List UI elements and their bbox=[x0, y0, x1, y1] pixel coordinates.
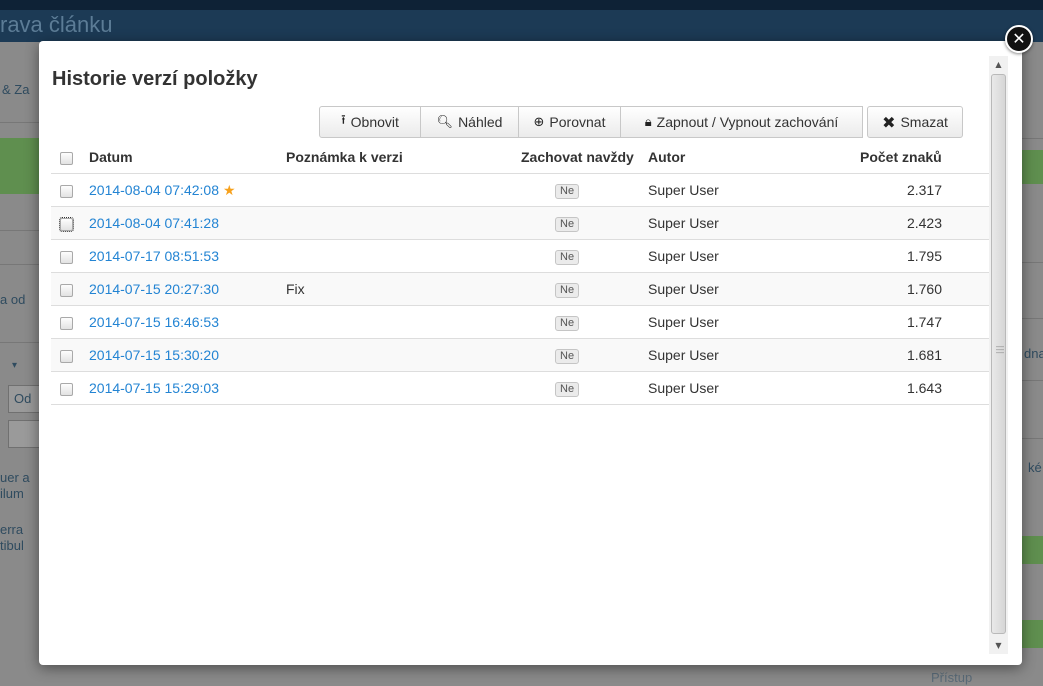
background-divider bbox=[0, 122, 39, 123]
compare-button[interactable]: ⊕ Porovnat bbox=[519, 106, 621, 138]
version-author: Super User bbox=[648, 347, 719, 363]
select-all-checkbox[interactable] bbox=[60, 152, 73, 165]
upload-icon: ⭱ bbox=[341, 113, 346, 128]
version-date-text[interactable]: 2014-08-04 07:42:08 bbox=[89, 182, 219, 198]
column-header-note: Poznámka k verzi bbox=[286, 149, 403, 165]
version-char-count: 1.747 bbox=[906, 314, 942, 330]
history-toolbar: ⭱ Obnovit 🔍︎ Náhled ⊕ Porovnat 🔒︎ Zapnou… bbox=[319, 106, 963, 138]
row-checkbox[interactable] bbox=[60, 284, 73, 297]
delete-button[interactable]: ✖ Smazat bbox=[867, 106, 963, 138]
background-text: uer a bbox=[0, 470, 30, 485]
keep-forever-badge[interactable]: Ne bbox=[555, 382, 580, 397]
version-author: Super User bbox=[648, 215, 719, 231]
version-author: Super User bbox=[648, 380, 719, 396]
restore-button-label: Obnovit bbox=[350, 114, 399, 130]
background-text: Přístup bbox=[931, 670, 973, 685]
version-char-count: 1.760 bbox=[906, 281, 942, 297]
version-author: Super User bbox=[648, 314, 719, 330]
zoom-in-icon: ⊕ bbox=[533, 114, 545, 130]
close-modal-button[interactable]: ✕ bbox=[1005, 25, 1033, 53]
star-icon: ★ bbox=[223, 183, 236, 199]
table-row[interactable]: 2014-07-15 15:30:20 Ne Super User 1.681 bbox=[51, 339, 990, 372]
background-text: dna bbox=[1024, 346, 1043, 361]
table-row[interactable]: 2014-08-04 07:42:08 ★ Ne Super User 2.317 bbox=[51, 174, 990, 207]
version-note: Fix bbox=[286, 281, 305, 297]
background-divider bbox=[0, 342, 39, 343]
keep-forever-badge[interactable]: Ne bbox=[555, 217, 580, 232]
background-text: tibul bbox=[0, 538, 24, 553]
table-row[interactable]: 2014-07-15 20:27:30 Fix Ne Super User 1.… bbox=[51, 273, 990, 306]
background-divider bbox=[0, 230, 39, 231]
table-header-row: Datum Poznámka k verzi Zachovat navždy A… bbox=[51, 141, 990, 174]
version-history-modal: Historie verzí položky ⭱ Obnovit 🔍︎ Náhl… bbox=[39, 41, 1022, 665]
preview-button[interactable]: 🔍︎ Náhled bbox=[421, 106, 519, 138]
version-char-count: 1.643 bbox=[906, 380, 942, 396]
version-date-link[interactable]: 2014-07-15 15:29:03 bbox=[89, 372, 219, 405]
version-author: Super User bbox=[648, 182, 719, 198]
table-row[interactable]: 2014-07-15 16:46:53 Ne Super User 1.747 bbox=[51, 306, 990, 339]
background-text: erra bbox=[0, 522, 24, 537]
compare-button-label: Porovnat bbox=[549, 114, 606, 130]
keep-forever-badge[interactable]: Ne bbox=[555, 184, 580, 199]
column-header-char-count: Počet znaků bbox=[860, 149, 942, 165]
delete-button-label: Smazat bbox=[900, 114, 948, 130]
version-author: Super User bbox=[648, 281, 719, 297]
keep-forever-badge[interactable]: Ne bbox=[555, 283, 580, 298]
row-checkbox[interactable] bbox=[59, 217, 74, 232]
restore-button[interactable]: ⭱ Obnovit bbox=[319, 106, 421, 138]
scrollbar-thumb[interactable]: ― ― ― bbox=[991, 74, 1006, 634]
version-date-link[interactable]: 2014-07-17 08:51:53 bbox=[89, 240, 219, 273]
background-header-strip bbox=[0, 0, 1043, 10]
row-checkbox[interactable] bbox=[60, 383, 73, 396]
background-divider bbox=[0, 264, 39, 265]
version-date-link[interactable]: 2014-08-04 07:42:08 ★ bbox=[89, 174, 236, 207]
table-row[interactable]: 2014-08-04 07:41:28 Ne Super User 2.423 bbox=[51, 207, 990, 240]
version-author: Super User bbox=[648, 248, 719, 264]
version-char-count: 2.317 bbox=[906, 182, 942, 198]
keep-forever-badge[interactable]: Ne bbox=[555, 316, 580, 331]
version-date-link[interactable]: 2014-07-15 20:27:30 bbox=[89, 273, 219, 306]
lock-icon: 🔒︎ bbox=[644, 114, 652, 130]
version-history-table: Datum Poznámka k verzi Zachovat navždy A… bbox=[51, 141, 990, 405]
row-checkbox[interactable] bbox=[60, 185, 73, 198]
toggle-keep-forever-label: Zapnout / Vypnout zachování bbox=[656, 114, 839, 130]
background-link: a od bbox=[0, 292, 26, 307]
search-icon: 🔍︎ bbox=[436, 114, 454, 130]
column-header-date[interactable]: Datum bbox=[89, 141, 133, 174]
version-char-count: 1.795 bbox=[906, 248, 942, 264]
scroll-up-arrow-icon[interactable]: ▲ bbox=[989, 56, 1008, 73]
background-caret-icon: ▾ bbox=[12, 360, 18, 371]
delete-icon: ✖ bbox=[882, 112, 896, 132]
scrollbar-grip-icon: ― ― ― bbox=[996, 342, 1004, 357]
version-date-link[interactable]: 2014-07-15 15:30:20 bbox=[89, 339, 219, 372]
row-checkbox[interactable] bbox=[60, 317, 73, 330]
toggle-keep-forever-button[interactable]: 🔒︎ Zapnout / Vypnout zachování bbox=[621, 106, 863, 138]
version-date-link[interactable]: 2014-08-04 07:41:28 bbox=[89, 207, 219, 240]
modal-title: Historie verzí položky bbox=[52, 68, 258, 90]
background-dropdown-label: Od bbox=[14, 391, 32, 406]
background-text: ké bbox=[1028, 460, 1042, 475]
column-header-keep-forever: Zachovat navždy bbox=[521, 149, 634, 165]
table-row[interactable]: 2014-07-17 08:51:53 Ne Super User 1.795 bbox=[51, 240, 990, 273]
row-checkbox[interactable] bbox=[60, 350, 73, 363]
background-tab: & Za bbox=[2, 82, 30, 97]
modal-scrollbar[interactable]: ▲ ― ― ― ▼ bbox=[989, 56, 1008, 654]
background-green-panel bbox=[0, 138, 39, 194]
background-page-title: rava článku bbox=[0, 12, 113, 37]
version-date-link[interactable]: 2014-07-15 16:46:53 bbox=[89, 306, 219, 339]
preview-button-label: Náhled bbox=[458, 114, 503, 130]
version-char-count: 1.681 bbox=[906, 347, 942, 363]
row-checkbox[interactable] bbox=[60, 251, 73, 264]
keep-forever-badge[interactable]: Ne bbox=[555, 349, 580, 364]
version-char-count: 2.423 bbox=[906, 215, 942, 231]
keep-forever-badge[interactable]: Ne bbox=[555, 250, 580, 265]
close-icon: ✕ bbox=[1012, 29, 1026, 48]
table-row[interactable]: 2014-07-15 15:29:03 Ne Super User 1.643 bbox=[51, 372, 990, 405]
background-text: ilum bbox=[0, 486, 24, 501]
column-header-author: Autor bbox=[648, 149, 686, 165]
background-header: rava článku bbox=[0, 0, 1043, 42]
scroll-down-arrow-icon[interactable]: ▼ bbox=[989, 637, 1008, 654]
